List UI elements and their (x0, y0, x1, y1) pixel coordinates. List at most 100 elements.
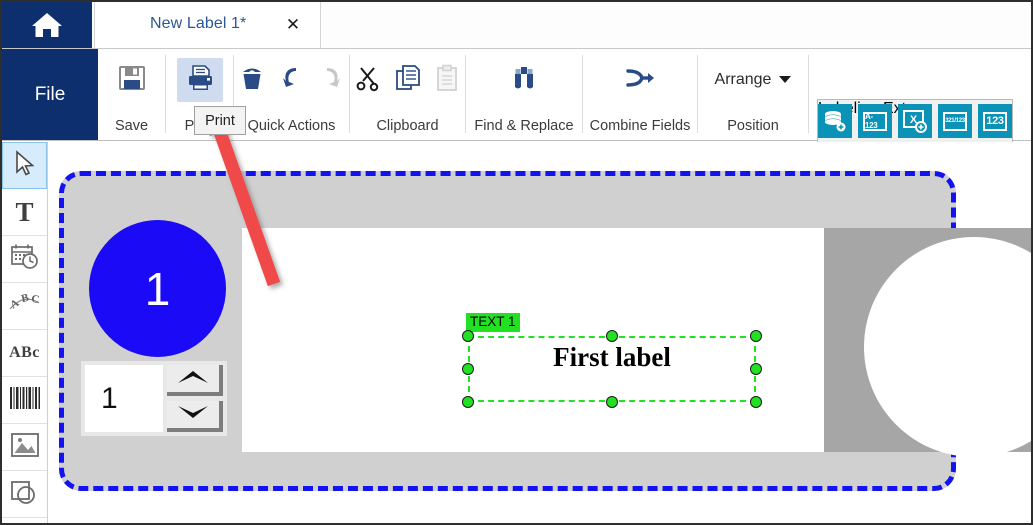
redo-button[interactable] (313, 58, 349, 102)
date-time-tool[interactable] (2, 236, 47, 283)
scissors-cut-icon (353, 63, 383, 98)
ribbon-group-clipboard-label: Clipboard (376, 118, 439, 134)
numeric-counter-icon[interactable]: 123 (978, 104, 1012, 138)
resize-handle-middle-left[interactable] (462, 363, 474, 375)
ribbon-group-clipboard: Clipboard (350, 49, 465, 140)
select-arrow-tool[interactable] (2, 142, 47, 189)
copy-pages-icon (393, 63, 423, 98)
white-circle-shape[interactable] (864, 237, 1031, 457)
paste-button[interactable] (429, 58, 465, 102)
resize-handle-bottom-right[interactable] (750, 396, 762, 408)
svg-text:B: B (20, 291, 31, 305)
design-canvas[interactable]: 1 1 TEXT 1 First label (48, 142, 1031, 523)
resize-handle-bottom-left[interactable] (462, 396, 474, 408)
text-tool[interactable]: T (2, 189, 47, 236)
svg-text:C: C (30, 292, 40, 305)
document-tab[interactable]: New Label 1* ✕ (94, 2, 321, 48)
arrange-label: Arrange (714, 71, 772, 88)
ribbon-group-find-replace: Find & Replace (466, 49, 582, 140)
barcode-icon (9, 385, 41, 416)
resize-handle-top-left[interactable] (462, 330, 474, 342)
caret-down-icon (176, 405, 210, 425)
date-serial-label: 321/123 (943, 111, 967, 131)
ribbon-group-quick-actions-label: Quick Actions (247, 118, 336, 134)
counter-spinner-object[interactable]: 1 (81, 361, 227, 436)
shape-tool[interactable] (2, 471, 47, 518)
label-content-area[interactable]: TEXT 1 First label (242, 228, 1031, 457)
counter-circle-value: 1 (144, 262, 171, 315)
label-sheet-outline: 1 1 TEXT 1 First label (59, 171, 1031, 491)
spinner-up-button[interactable] (167, 365, 223, 396)
application-window: New Label 1* ✕ File Save Quick Actions C… (0, 0, 1033, 525)
variable-add-icon[interactable]: X (898, 104, 932, 138)
labeling-extras-icon-row: A-123 X 321/123 123 (818, 104, 1012, 138)
chevron-down-icon (779, 71, 792, 89)
find-replace-button[interactable] (501, 58, 547, 102)
redo-arrow-icon (316, 63, 346, 98)
binoculars-icon (509, 63, 539, 98)
document-tab-label: New Label 1* (150, 15, 247, 32)
cut-button[interactable] (350, 58, 386, 102)
print-tooltip-text: Print (205, 112, 235, 129)
floppy-disk-save-icon (117, 63, 147, 98)
alpha-counter-label: A-123 (863, 111, 887, 131)
object-name-tag: TEXT 1 (466, 313, 520, 332)
file-menu-label: File (34, 83, 66, 105)
cursor-arrow-icon (14, 150, 36, 181)
selected-text-object[interactable]: TEXT 1 First label (462, 313, 762, 408)
ribbon-group-save-label: Save (114, 118, 149, 134)
image-tool[interactable] (2, 424, 47, 471)
gray-placeholder-box[interactable] (824, 228, 1031, 457)
date-serial-icon[interactable]: 321/123 (938, 104, 972, 138)
merge-arrow-icon (623, 63, 657, 98)
paragraph-text-tool[interactable]: ABc (2, 330, 47, 377)
database-add-icon[interactable] (818, 104, 852, 138)
alpha-counter-icon[interactable]: A-123 (858, 104, 892, 138)
counter-spinner (163, 365, 223, 432)
print-tooltip: Print (194, 106, 246, 135)
trash-delete-icon (237, 63, 267, 98)
delete-button[interactable] (234, 58, 270, 102)
caret-up-icon (176, 369, 210, 389)
undo-button[interactable] (274, 58, 310, 102)
copy-button[interactable] (390, 58, 426, 102)
arrange-dropdown[interactable]: Arrange (715, 71, 792, 89)
curved-text-tool[interactable]: A B C (2, 283, 47, 330)
tab-bar: New Label 1* ✕ (2, 2, 1031, 49)
curved-abc-icon: A B C (8, 291, 42, 322)
counter-field-value: 1 (85, 365, 163, 432)
ribbon-group-position: Arrange Position (698, 49, 808, 140)
resize-handle-middle-right[interactable] (750, 363, 762, 375)
home-button[interactable] (2, 2, 92, 48)
ribbon-group-save: Save (98, 49, 165, 140)
text-t-icon: T (15, 196, 34, 227)
numeric-counter-label: 123 (983, 111, 1007, 131)
ribbon-group-position-label: Position (727, 118, 779, 134)
ribbon-group-combine-fields: Combine Fields (583, 49, 697, 140)
ribbon-toolbar: File Save Quick Actions Clipboard Find &… (2, 49, 1031, 185)
print-button[interactable] (176, 58, 223, 102)
resize-handle-top-center[interactable] (606, 330, 618, 342)
ribbon-group-find-replace-label: Find & Replace (474, 118, 574, 134)
undo-arrow-icon (277, 63, 307, 98)
combine-fields-button[interactable] (617, 58, 663, 102)
ribbon-group-combine-fields-label: Combine Fields (589, 118, 691, 134)
file-menu-button[interactable]: File (2, 49, 98, 140)
ribbon-group-quick-actions: Quick Actions (234, 49, 349, 140)
close-icon[interactable]: ✕ (284, 15, 302, 33)
home-icon (30, 10, 64, 40)
save-button[interactable] (109, 58, 155, 102)
svg-text:A: A (8, 297, 21, 311)
calendar-clock-icon (10, 243, 40, 276)
resize-handle-top-right[interactable] (750, 330, 762, 342)
counter-circle-object[interactable]: 1 (89, 220, 226, 357)
tab-bar-empty-area (321, 2, 1031, 48)
abc-text-icon: ABc (9, 344, 40, 361)
barcode-tool[interactable] (2, 377, 47, 424)
tool-rail: T A B C ABc (2, 142, 48, 523)
resize-handle-bottom-center[interactable] (606, 396, 618, 408)
printer-icon (185, 63, 215, 98)
picture-image-icon (10, 431, 40, 464)
spinner-down-button[interactable] (167, 401, 223, 432)
text-object-content: First label (553, 342, 671, 372)
